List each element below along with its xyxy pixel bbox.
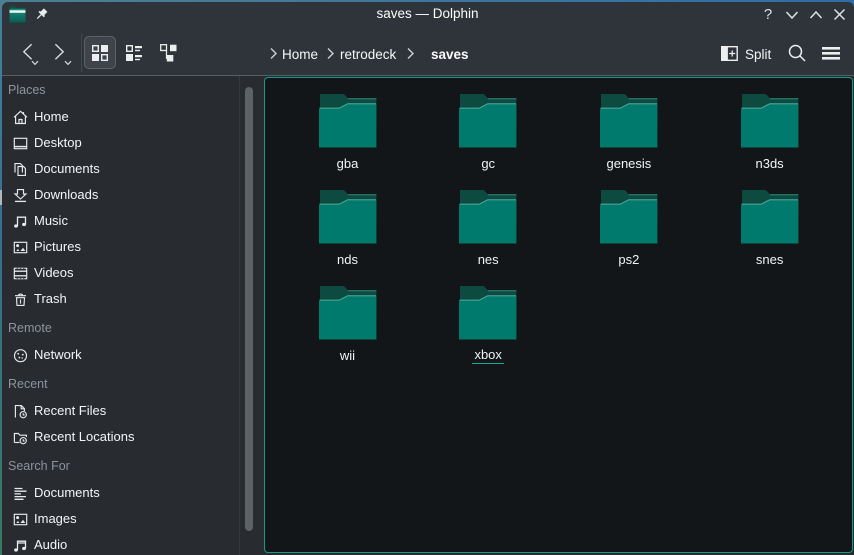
svg-text:?: ? xyxy=(764,6,772,23)
